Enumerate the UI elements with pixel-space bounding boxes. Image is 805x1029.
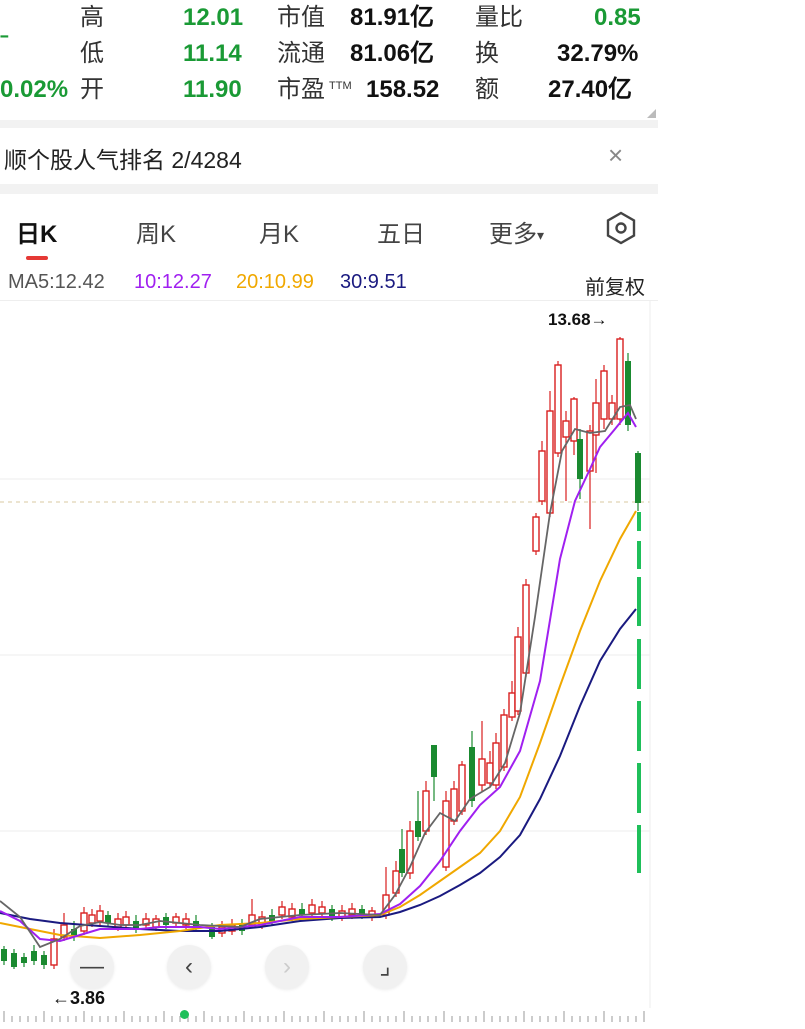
candle-body xyxy=(105,915,111,923)
chevron-down-icon: ▾ xyxy=(537,227,545,244)
candle-body xyxy=(450,788,458,822)
candle-body xyxy=(122,916,130,926)
candle-body xyxy=(80,912,88,932)
tab-weekly-k[interactable]: 周K xyxy=(136,214,176,249)
min-price-label: ←3.86 xyxy=(52,988,106,1008)
close-icon[interactable]: × xyxy=(608,140,623,171)
candle-body xyxy=(592,402,600,436)
candle-body xyxy=(538,450,546,502)
ma20-value: 20:10.99 xyxy=(236,271,314,293)
arrow-fragment: ˉ xyxy=(0,29,9,59)
ma30-value: 30:9.51 xyxy=(340,271,407,293)
candle-body xyxy=(31,951,37,961)
candle-body xyxy=(486,762,494,784)
candle-body xyxy=(635,453,641,503)
candle-body xyxy=(21,957,27,963)
volume-ratio-label: 量比 xyxy=(475,4,523,31)
high-value: 12.01 xyxy=(183,4,244,31)
rank-text: 顺个股人气排名 2/4284 xyxy=(4,147,242,173)
volume-ratio-value: 0.85 xyxy=(594,4,641,31)
amount-value: 27.40亿 xyxy=(548,76,633,103)
fullscreen-button[interactable]: ⌟ xyxy=(363,945,407,989)
tab-more[interactable]: 更多▾ xyxy=(489,214,544,249)
prev-button[interactable]: ‹ xyxy=(167,945,211,989)
expand-corner-icon[interactable] xyxy=(647,109,656,118)
float-label: 流通 xyxy=(277,40,325,67)
candle-body xyxy=(478,758,486,786)
candle-body xyxy=(514,636,522,712)
candle-body xyxy=(41,955,47,965)
chevron-right-icon: › xyxy=(283,953,291,980)
candle-body xyxy=(11,953,17,967)
candle-body xyxy=(458,764,466,812)
ma-legend: MA5:12.42 10:12.27 20:10.99 30:9.51 前复权 xyxy=(0,264,658,301)
max-price-label: 13.68→ xyxy=(548,310,608,329)
candle-body xyxy=(422,790,430,832)
turnover-value: 32.79% xyxy=(557,40,639,67)
minus-icon: — xyxy=(80,953,104,980)
low-value: 11.14 xyxy=(183,40,242,67)
candle-body xyxy=(88,914,96,924)
candle-body xyxy=(278,906,286,916)
candle-body xyxy=(399,849,405,873)
zoom-out-button[interactable]: — xyxy=(70,945,114,989)
tab-five-day[interactable]: 五日 xyxy=(377,214,425,249)
mcap-label: 市值 xyxy=(277,4,325,31)
candle-body xyxy=(1,949,7,961)
candle-body xyxy=(96,910,104,922)
quote-panel: ˉ 0.02% 高 12.01 低 11.14 开 11.90 市值 81.91… xyxy=(0,0,658,120)
candle-body xyxy=(308,904,316,914)
candle-body xyxy=(415,821,421,837)
pe-label: 市盈 xyxy=(277,76,325,103)
ma30-line xyxy=(0,608,637,932)
tab-monthly-k[interactable]: 月K xyxy=(259,214,299,249)
candle-body xyxy=(577,439,583,479)
mcap-value: 81.91亿 xyxy=(350,4,435,31)
popularity-rank-bar[interactable]: 顺个股人气排名 2/4284 × xyxy=(0,128,658,184)
kline-chart[interactable]: 13.68→ xyxy=(0,301,658,1008)
open-label: 开 xyxy=(80,76,104,103)
pe-value: 158.52 xyxy=(366,76,440,103)
divider xyxy=(0,184,658,194)
scroll-position-indicator xyxy=(180,1010,189,1019)
adjust-mode[interactable]: 前复权 xyxy=(585,271,645,300)
candle-body xyxy=(469,747,475,801)
timeline-ticks xyxy=(0,1008,650,1024)
pe-ttm-superscript: TTM xyxy=(329,80,352,92)
amount-label: 额 xyxy=(475,76,499,103)
change-percent: 0.02% xyxy=(0,76,69,103)
ma5-value: MA5:12.42 xyxy=(8,271,105,293)
tab-daily-k[interactable]: 日K xyxy=(16,214,57,249)
open-value: 11.90 xyxy=(183,76,242,103)
candle-body xyxy=(532,516,540,552)
candle-body xyxy=(442,800,450,868)
candle-body xyxy=(508,692,516,718)
candle-body xyxy=(431,745,437,777)
fullscreen-icon: ⌟ xyxy=(379,953,391,980)
candle-body xyxy=(554,364,562,454)
period-tabs: 日K 周K 月K 五日 更多▾ xyxy=(0,194,658,265)
turnover-label: 换 xyxy=(475,40,499,67)
active-tab-indicator xyxy=(26,256,48,260)
candle-body xyxy=(318,906,326,914)
tick-marks xyxy=(3,1011,645,1022)
ma10-value: 10:12.27 xyxy=(134,271,212,293)
candle-body xyxy=(562,420,570,438)
low-label: 低 xyxy=(80,40,104,67)
tab-more-label: 更多 xyxy=(489,221,537,248)
divider xyxy=(0,120,658,128)
candle-body xyxy=(600,370,608,420)
chevron-left-icon: ‹ xyxy=(185,953,193,980)
high-label: 高 xyxy=(80,4,104,31)
float-value: 81.06亿 xyxy=(350,40,435,67)
settings-icon[interactable] xyxy=(603,210,639,246)
next-button[interactable]: › xyxy=(265,945,309,989)
blank-area xyxy=(658,0,805,1024)
